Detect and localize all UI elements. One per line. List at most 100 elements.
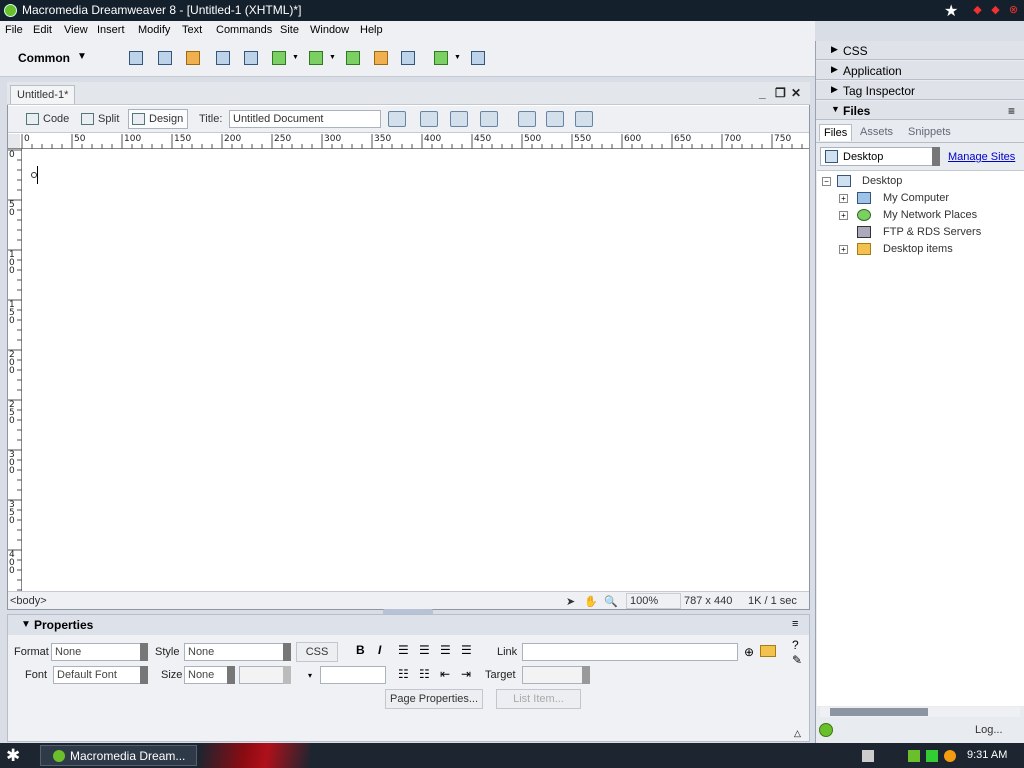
help-icon[interactable]: ? <box>792 638 799 652</box>
style-select[interactable]: None <box>184 643 291 661</box>
menu-window[interactable]: Window <box>310 24 349 36</box>
pointer-tool-icon[interactable]: ➤ <box>566 595 575 608</box>
link-input[interactable] <box>522 643 738 661</box>
collapse-toggle[interactable]: − <box>822 177 831 186</box>
tray-icon[interactable] <box>926 750 938 762</box>
horizontal-scrollbar[interactable] <box>820 707 1020 717</box>
css-button[interactable]: CSS <box>296 642 338 662</box>
layer-icon[interactable] <box>241 48 261 68</box>
format-select[interactable]: None <box>51 643 148 661</box>
unordered-list-icon[interactable]: ☷ <box>398 667 409 681</box>
tree-item-ftp-rds-servers[interactable]: FTP & RDS Servers <box>883 226 981 238</box>
window-size[interactable]: 787 x 440 <box>684 595 732 607</box>
maximize-button[interactable]: ◆ <box>988 3 1003 18</box>
align-left-icon[interactable]: ☰ <box>398 643 409 657</box>
align-right-icon[interactable]: ☰ <box>440 643 451 657</box>
refresh-icon[interactable] <box>518 111 536 127</box>
tree-item-desktop-items[interactable]: Desktop items <box>883 243 953 255</box>
templates-icon[interactable] <box>431 48 451 68</box>
scrollbar-thumb[interactable] <box>830 708 928 716</box>
text-color-input[interactable] <box>320 666 386 684</box>
justify-icon[interactable]: ☰ <box>461 643 472 657</box>
image-dropdown-icon[interactable]: ▼ <box>292 54 299 61</box>
target-select[interactable] <box>522 666 590 684</box>
zoom-select[interactable]: 100% <box>626 593 681 609</box>
menu-commands[interactable]: Commands <box>216 24 272 36</box>
text-color-picker[interactable]: ▾ <box>308 671 312 680</box>
italic-button[interactable]: I <box>378 643 381 657</box>
start-button[interactable]: ✱ <box>6 746 20 766</box>
keyboard-icon[interactable] <box>862 750 874 762</box>
tag-inspector-panel-header[interactable]: ▶ Tag Inspector <box>816 81 1024 100</box>
date-icon[interactable] <box>343 48 363 68</box>
bold-button[interactable]: B <box>356 643 365 657</box>
browse-folder-icon[interactable] <box>760 645 776 657</box>
properties-header[interactable]: ▼ Properties ≡ <box>8 615 809 635</box>
panel-options-icon[interactable]: ≡ <box>792 618 798 630</box>
expand-toggle[interactable]: + <box>839 245 848 254</box>
size-unit-select[interactable] <box>239 666 291 684</box>
manage-sites-link[interactable]: Manage Sites <box>948 151 1015 163</box>
edit-icon[interactable]: ✎ <box>792 653 802 667</box>
menu-insert[interactable]: Insert <box>97 24 125 36</box>
view-options-icon[interactable] <box>546 111 564 127</box>
menu-help[interactable]: Help <box>360 24 383 36</box>
size-select[interactable]: None <box>184 666 235 684</box>
menu-site[interactable]: Site <box>280 24 299 36</box>
indent-icon[interactable]: ⇥ <box>461 667 471 681</box>
tree-item-my-network-places[interactable]: My Network Places <box>883 209 977 221</box>
design-view-button[interactable]: Design <box>128 109 189 129</box>
close-button[interactable]: ⊗ <box>1006 3 1021 18</box>
tree-item-my-computer[interactable]: My Computer <box>883 192 949 204</box>
taskbar-item-dreamweaver[interactable]: Macromedia Dream... <box>40 745 197 766</box>
browser-check-icon[interactable] <box>388 111 406 127</box>
validate-icon[interactable] <box>420 111 438 127</box>
css-panel-header[interactable]: ▶ CSS <box>816 41 1024 60</box>
point-to-file-icon[interactable]: ⊕ <box>744 645 754 659</box>
table-icon[interactable] <box>213 48 233 68</box>
menu-view[interactable]: View <box>64 24 88 36</box>
tab-snippets[interactable]: Snippets <box>908 126 951 138</box>
files-panel-header[interactable]: ▼ Files ≡ <box>816 101 1024 120</box>
design-canvas[interactable] <box>22 150 809 590</box>
doc-close-button[interactable]: ✕ <box>791 86 801 100</box>
application-panel-header[interactable]: ▶ Application <box>816 61 1024 80</box>
panel-options-icon[interactable]: ≡ <box>1008 104 1015 118</box>
menu-modify[interactable]: Modify <box>138 24 170 36</box>
doc-restore-button[interactable]: ❐ <box>775 86 786 100</box>
preview-in-browser-icon[interactable] <box>480 111 498 127</box>
site-select[interactable]: Desktop <box>820 147 940 166</box>
ordered-list-icon[interactable]: ☷ <box>419 667 430 681</box>
named-anchor-icon[interactable] <box>183 48 203 68</box>
email-link-icon[interactable] <box>155 48 175 68</box>
network-tray-icon[interactable] <box>908 750 920 762</box>
templates-dropdown-icon[interactable]: ▼ <box>454 54 461 61</box>
image-icon[interactable] <box>269 48 289 68</box>
tree-root-desktop[interactable]: Desktop <box>862 175 902 187</box>
menu-text[interactable]: Text <box>182 24 202 36</box>
media-dropdown-icon[interactable]: ▼ <box>329 54 336 61</box>
chevron-down-icon[interactable]: ▼ <box>77 51 87 62</box>
insert-category[interactable]: Common <box>18 51 70 65</box>
page-properties-button[interactable]: Page Properties... <box>385 689 484 709</box>
search-icon[interactable] <box>944 750 956 762</box>
visual-aids-icon[interactable] <box>575 111 593 127</box>
code-view-button[interactable]: Code <box>22 109 74 129</box>
zoom-tool-icon[interactable]: 🔍 <box>604 595 618 608</box>
list-item-button[interactable]: List Item... <box>496 689 581 709</box>
menu-edit[interactable]: Edit <box>33 24 52 36</box>
tag-selector-body[interactable]: <body> <box>10 595 47 607</box>
document-tab[interactable]: Untitled-1* <box>10 85 76 104</box>
comment-icon[interactable] <box>398 48 418 68</box>
minimize-button[interactable]: ◆ <box>970 3 985 18</box>
file-management-icon[interactable] <box>450 111 468 127</box>
doc-minimize-button[interactable]: _ <box>759 86 766 100</box>
split-view-button[interactable]: Split <box>77 109 124 129</box>
expand-toggle[interactable]: + <box>839 194 848 203</box>
menu-file[interactable]: File <box>5 24 23 36</box>
document-title-input[interactable]: Untitled Document <box>229 110 381 128</box>
tab-assets[interactable]: Assets <box>860 126 893 138</box>
expand-arrow-icon[interactable]: △ <box>794 728 801 739</box>
hyperlink-icon[interactable] <box>126 48 146 68</box>
tag-chooser-icon[interactable] <box>468 48 488 68</box>
